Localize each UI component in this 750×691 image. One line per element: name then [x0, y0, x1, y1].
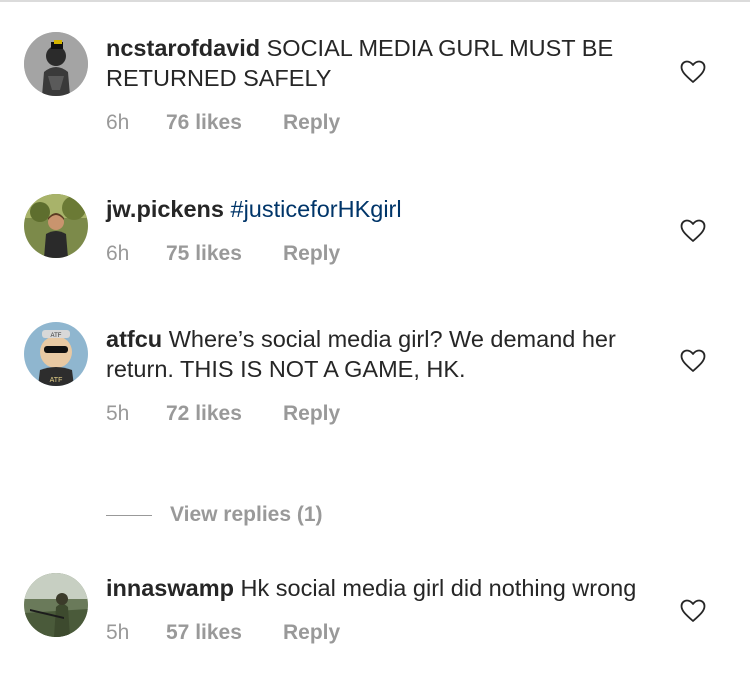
soldier-swamp-avatar	[24, 573, 88, 637]
comment-meta: 6h 76 likes Reply	[106, 111, 646, 135]
comment-meta: 6h 75 likes Reply	[106, 242, 646, 266]
reply-button[interactable]: Reply	[283, 111, 340, 135]
heart-outline-icon[interactable]	[680, 349, 706, 373]
comment-body: ncstarofdavid SOCIAL MEDIA GURL MUST BE …	[106, 33, 646, 135]
svg-text:ATF: ATF	[51, 333, 62, 339]
comment-likes[interactable]: 57 likes	[166, 621, 283, 645]
cartoon-sunglasses-avatar: ATF ATF	[24, 322, 88, 386]
top-divider	[0, 0, 750, 2]
comment-likes[interactable]: 76 likes	[166, 111, 283, 135]
view-replies-line	[106, 514, 152, 516]
comment-time: 6h	[106, 111, 130, 134]
view-replies-button[interactable]: View replies (1)	[106, 503, 323, 527]
avatar[interactable]	[24, 194, 88, 258]
comment-hashtag[interactable]: #justiceforHKgirl	[231, 196, 402, 222]
heart-outline-icon[interactable]	[680, 219, 706, 243]
comment-time: 5h	[106, 402, 130, 425]
reply-button[interactable]: Reply	[283, 242, 340, 266]
reply-button[interactable]: Reply	[283, 402, 340, 426]
reply-button[interactable]: Reply	[283, 621, 340, 645]
comment-username[interactable]: jw.pickens	[106, 196, 224, 222]
comment-likes[interactable]: 72 likes	[166, 402, 283, 426]
view-replies-label[interactable]: View replies (1)	[170, 503, 323, 527]
comment-username[interactable]: atfcu	[106, 326, 162, 352]
comment-body: jw.pickens #justiceforHKgirl 6h 75 likes…	[106, 194, 646, 266]
comment-text: Hk social media girl did nothing wrong	[240, 575, 637, 601]
svg-text:ATF: ATF	[50, 377, 63, 384]
heart-outline-icon[interactable]	[680, 599, 706, 623]
comment-text: Where’s social media girl? We demand her…	[106, 326, 616, 382]
armored-figure-avatar	[24, 32, 88, 96]
person-outdoors-avatar	[24, 194, 88, 258]
comment-meta: 5h 72 likes Reply	[106, 402, 646, 426]
comment-username[interactable]: ncstarofdavid	[106, 35, 260, 61]
comment-time: 5h	[106, 621, 130, 644]
comment-username[interactable]: innaswamp	[106, 575, 234, 601]
comment-body: atfcu Where’s social media girl? We dema…	[106, 324, 646, 426]
avatar[interactable]	[24, 573, 88, 637]
comment-body: innaswamp Hk social media girl did nothi…	[106, 573, 646, 645]
comment-time: 6h	[106, 242, 130, 265]
comment-likes[interactable]: 75 likes	[166, 242, 283, 266]
heart-outline-icon[interactable]	[680, 60, 706, 84]
comment-meta: 5h 57 likes Reply	[106, 621, 646, 645]
avatar[interactable]: ATF ATF	[24, 322, 88, 386]
avatar[interactable]	[24, 32, 88, 96]
